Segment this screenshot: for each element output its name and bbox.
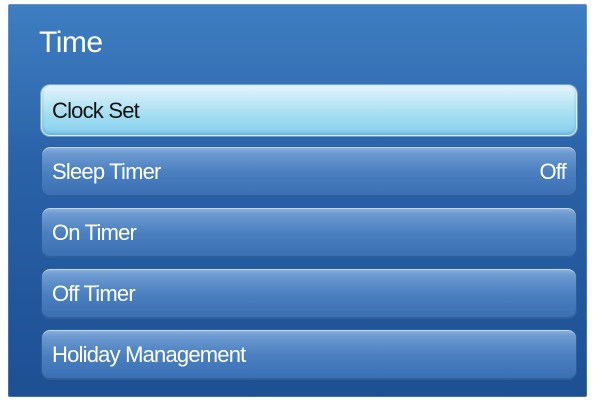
- menu-item-label: Holiday Management: [52, 341, 246, 367]
- menu-item-label: Sleep Timer: [52, 158, 161, 184]
- menu-item-label: Clock Set: [52, 97, 140, 123]
- menu-item-value: Off: [539, 158, 566, 184]
- menu-item-label: Off Timer: [52, 280, 136, 306]
- menu-item-label: On Timer: [52, 219, 137, 245]
- menu-item-off-timer[interactable]: Off Timer: [41, 268, 577, 319]
- menu-item-sleep-timer[interactable]: Sleep Timer Off: [41, 146, 577, 197]
- time-menu-panel: Time Clock Set Sleep Timer Off On Timer …: [8, 4, 587, 397]
- menu-item-clock-set[interactable]: Clock Set: [41, 85, 577, 136]
- menu-title: Time: [39, 26, 103, 59]
- menu-item-holiday-management[interactable]: Holiday Management: [41, 329, 577, 380]
- menu-item-on-timer[interactable]: On Timer: [41, 207, 577, 258]
